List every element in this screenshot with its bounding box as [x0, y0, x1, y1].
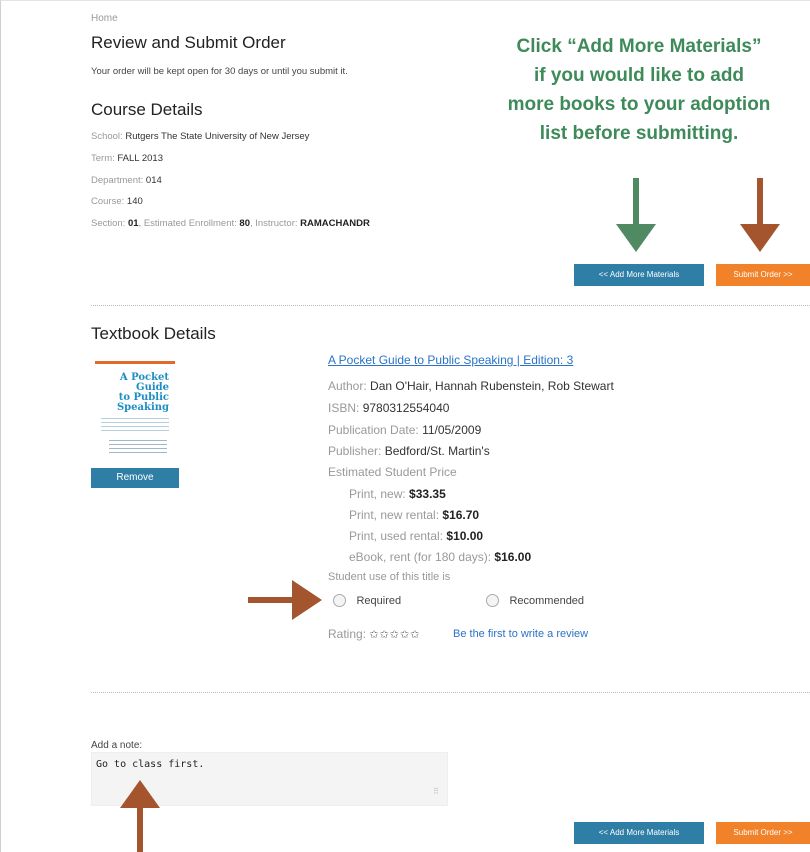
write-review-link[interactable]: Be the first to write a review	[453, 628, 588, 640]
pubdate-label: Publication Date:	[328, 423, 419, 437]
submit-order-button[interactable]: Submit Order >>	[716, 264, 810, 286]
term-row: Term: FALL 2013	[91, 153, 163, 164]
brown-down-arrow-icon	[740, 178, 780, 252]
brown-up-arrow-icon	[120, 780, 160, 852]
radio-recommended-label: Recommended	[509, 594, 585, 607]
page-title: Review and Submit Order	[91, 33, 286, 52]
remove-button[interactable]: Remove	[91, 468, 179, 488]
instructor-value: RAMACHANDR	[300, 218, 370, 229]
course-value: 140	[126, 196, 143, 207]
student-use-label: Student use of this title is	[328, 571, 451, 583]
course-row: Course: 140	[91, 196, 143, 207]
callout-line-1: Click “Add More Materials”	[516, 36, 762, 57]
cover-author-lines	[109, 440, 167, 454]
price-row: Print, used rental: $10.00	[349, 529, 483, 543]
enrollment-label: , Estimated Enrollment:	[138, 218, 237, 229]
add-more-materials-button[interactable]: << Add More Materials	[574, 822, 704, 844]
textbook-details-heading: Textbook Details	[91, 324, 216, 343]
price-row: Print, new: $33.35	[349, 487, 446, 501]
price-label: Print, new rental:	[349, 508, 440, 522]
radio-required-label: Required	[356, 594, 402, 607]
resize-handle-icon[interactable]: ⠿	[433, 788, 439, 796]
term-value: FALL 2013	[117, 153, 163, 164]
isbn-row: ISBN: 9780312554040	[328, 401, 449, 415]
radio-recommended[interactable]: Recommended	[486, 592, 584, 610]
brown-right-arrow-icon	[248, 580, 322, 620]
price-label: eBook, rent (for 180 days):	[349, 550, 492, 564]
price-value: $16.70	[442, 508, 480, 522]
submit-order-button[interactable]: Submit Order >>	[716, 822, 810, 844]
radio-required[interactable]: Required	[333, 592, 401, 610]
isbn-value: 9780312554040	[362, 401, 450, 415]
price-value: $16.00	[494, 550, 532, 564]
price-row: eBook, rent (for 180 days): $16.00	[349, 550, 531, 564]
callout-line-4: list before submitting.	[539, 123, 739, 144]
price-value: $10.00	[446, 529, 484, 543]
rating-stars-icon[interactable]: ✩✩✩✩✩	[369, 629, 420, 641]
callout-line-3: more books to your adoption	[507, 94, 771, 115]
rating-row: Rating: ✩✩✩✩✩	[328, 627, 420, 641]
price-label: Print, new:	[349, 487, 406, 501]
green-down-arrow-icon	[616, 178, 656, 252]
department-row: Department: 014	[91, 175, 162, 186]
add-materials-callout: Click “Add More Materials” if you would …	[478, 32, 800, 148]
callout-line-2: if you would like to add	[533, 65, 745, 86]
publisher-row: Publisher: Bedford/St. Martin's	[328, 444, 490, 458]
department-label: Department:	[91, 175, 144, 186]
author-value: Dan O'Hair, Hannah Rubenstein, Rob Stewa…	[370, 379, 614, 393]
school-label: School:	[91, 131, 123, 142]
department-value: 014	[145, 175, 162, 186]
cover-text-lines	[101, 418, 169, 434]
school-row: School: Rutgers The State University of …	[91, 131, 309, 142]
school-value: Rutgers The State University of New Jers…	[125, 131, 310, 142]
section-divider	[91, 692, 810, 693]
radio-circle-icon[interactable]	[486, 594, 499, 608]
add-more-materials-button[interactable]: << Add More Materials	[574, 264, 704, 286]
term-label: Term:	[91, 153, 115, 164]
author-row: Author: Dan O'Hair, Hannah Rubenstein, R…	[328, 379, 614, 393]
author-label: Author:	[328, 379, 367, 393]
price-row: Print, new rental: $16.70	[349, 508, 479, 522]
section-row: Section: 01, Estimated Enrollment: 80, I…	[91, 218, 370, 229]
breadcrumb-home[interactable]: Home	[91, 13, 118, 24]
publisher-label: Publisher:	[328, 444, 382, 458]
order-notice: Your order will be kept open for 30 days…	[91, 66, 348, 77]
course-label: Course:	[91, 196, 125, 207]
course-details-heading: Course Details	[91, 100, 203, 119]
book-title-link[interactable]: A Pocket Guide to Public Speaking | Edit…	[328, 353, 573, 367]
section-value: 01	[127, 218, 139, 229]
pubdate-value: 11/05/2009	[422, 423, 482, 437]
rating-label: Rating:	[328, 627, 367, 641]
enrollment-value: 80	[239, 218, 250, 229]
cover-title-line-4: Speaking	[116, 402, 169, 413]
price-heading: Estimated Student Price	[328, 465, 457, 479]
book-cover-image: A Pocket Guide to Public Speaking	[95, 361, 175, 461]
radio-circle-icon[interactable]	[333, 594, 346, 608]
section-divider	[91, 305, 810, 306]
pubdate-row: Publication Date: 11/05/2009	[328, 423, 481, 437]
isbn-label: ISBN:	[328, 401, 360, 415]
price-label: Print, used rental:	[349, 529, 444, 543]
note-label: Add a note:	[91, 740, 143, 751]
instructor-label: , Instructor:	[249, 218, 298, 229]
publisher-value: Bedford/St. Martin's	[384, 444, 490, 458]
price-value: $33.35	[409, 487, 446, 501]
section-label: Section:	[91, 218, 126, 229]
